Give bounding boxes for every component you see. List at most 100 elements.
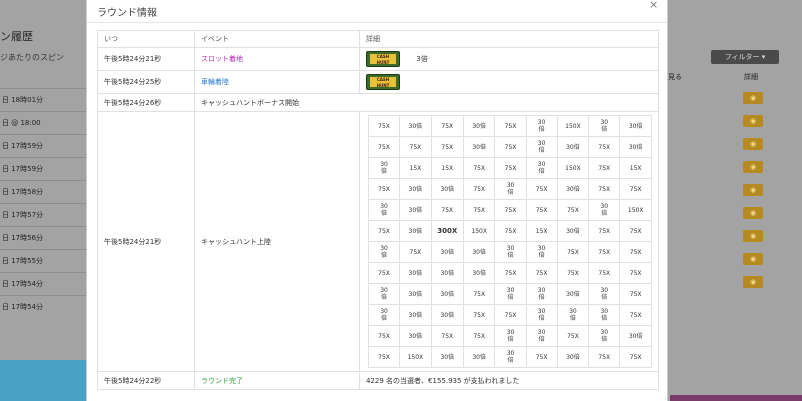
grid-cell: 30 倍 — [367, 304, 401, 326]
grid-cell: 75X — [367, 325, 401, 347]
grid-cell: 75X — [588, 136, 621, 158]
col-header-detail: 詳細 — [744, 73, 758, 81]
table-row: 午後5時24分21秒 スロット着地 CASH HUNT 3倍 — [97, 47, 659, 71]
history-row[interactable]: 日 17時59分 — [0, 157, 86, 180]
filter-button[interactable]: フィルター ▾ — [711, 50, 779, 64]
history-row[interactable]: 日 18時01分 — [0, 88, 86, 111]
grid-row: 75X 30倍 75X 75X 30 倍 30 倍 75X 30 倍 30倍 — [367, 325, 652, 347]
grid-cell: 30 倍 — [525, 283, 558, 305]
grid-cell: 30倍 — [399, 220, 432, 242]
background-banner — [0, 360, 86, 401]
grid-cell: 30倍 — [430, 283, 464, 305]
grid-row: 75X 30倍 300X 150X 75X 15X 30倍 75X 75X — [367, 220, 652, 242]
history-row[interactable]: 日 17時56分 — [0, 226, 86, 249]
grid-cell: 30 倍 — [494, 325, 527, 347]
row-time: 午後5時24分21秒 — [97, 47, 195, 71]
history-row[interactable]: 日 17時54分 — [0, 272, 86, 295]
history-list: 日 18時01分 日 @ 18:00 日 17時59分 日 17時59分 日 1… — [0, 88, 86, 318]
grid-cell: 75X — [462, 325, 496, 347]
grid-cell: 30 倍 — [494, 178, 527, 200]
grid-cell: 30倍 — [556, 178, 590, 200]
grid-cell: 30倍 — [399, 304, 432, 326]
grid-cell: 150X — [619, 199, 652, 221]
grid-cell: 30 倍 — [525, 157, 558, 179]
grid-cell: 75X — [367, 262, 401, 284]
grid-cell: 30 倍 — [525, 115, 558, 137]
table-row: 午後5時24分26秒 キャッシュハントボーナス開始 — [97, 93, 659, 112]
grid-cell: 150X — [556, 157, 590, 179]
row-time: 午後5時24分21秒 — [97, 111, 195, 372]
grid-cell: 30 倍 — [367, 283, 401, 305]
eye-icon[interactable]: ◉ — [743, 230, 763, 242]
round-info-modal: ラウンド情報 × いつ イベント 詳細 午後5時24分21秒 スロット着地 CA… — [86, 0, 668, 401]
grid-cell: 30倍 — [556, 136, 590, 158]
multiplier-value: 3倍 — [416, 55, 428, 63]
history-row[interactable]: 日 17時57分 — [0, 203, 86, 226]
round-info-table: いつ イベント 詳細 午後5時24分21秒 スロット着地 CASH HUNT 3… — [97, 30, 659, 390]
row-time: 午後5時24分26秒 — [97, 93, 195, 112]
grid-cell: 15X — [430, 157, 464, 179]
grid-cell: 75X — [367, 178, 401, 200]
grid-cell: 30倍 — [399, 178, 432, 200]
row-detail: 4229 名の当選者、€155.935 が支払われました — [359, 371, 659, 390]
header-event: イベント — [194, 30, 360, 48]
grid-cell: 75X — [430, 136, 464, 158]
background-title: ン履歴 — [0, 30, 33, 43]
grid-cell: 30倍 — [556, 220, 590, 242]
modal-title: ラウンド情報 — [97, 8, 157, 19]
grid-cell: 75X — [588, 157, 621, 179]
history-row[interactable]: 日 17時58分 — [0, 180, 86, 203]
grid-cell: 75X — [619, 283, 652, 305]
grid-row: 75X 30倍 30倍 30倍 75X 75X 75X 75X 75X — [367, 262, 652, 284]
grid-cell: 75X — [399, 136, 432, 158]
table-row: 午後5時24分22秒 ラウンド完了 4229 名の当選者、€155.935 が支… — [97, 371, 659, 390]
table-row: 午後5時24分25秒 車輪着陸 CASH HUNT — [97, 70, 659, 94]
grid-cell: 15X — [399, 157, 432, 179]
grid-row: 75X 30倍 75X 30倍 75X 30 倍 150X 30 倍 30倍 — [367, 115, 652, 137]
grid-cell: 30 倍 — [367, 157, 401, 179]
grid-cell: 75X — [367, 115, 401, 137]
eye-icon[interactable]: ◉ — [743, 92, 763, 104]
eye-icon[interactable]: ◉ — [743, 184, 763, 196]
row-event: 車輪着陸 — [194, 70, 360, 94]
eye-icon[interactable]: ◉ — [743, 253, 763, 265]
grid-cell: 30倍 — [462, 346, 496, 368]
grid-cell: 15X — [619, 157, 652, 179]
grid-cell: 75X — [556, 241, 590, 263]
grid-cell: 30倍 — [430, 178, 464, 200]
eye-icon[interactable]: ◉ — [743, 207, 763, 219]
background-bar — [670, 395, 802, 401]
grid-cell: 75X — [494, 304, 527, 326]
header-time: いつ — [97, 30, 195, 48]
grid-cell: 75X — [430, 115, 464, 137]
grid-cell: 30倍 — [462, 115, 496, 137]
eye-icon[interactable]: ◉ — [743, 115, 763, 127]
close-icon[interactable]: × — [649, 0, 658, 11]
row-detail: CASH HUNT 3倍 — [359, 47, 659, 71]
grid-cell: 75X — [619, 346, 652, 368]
grid-cell: 75X — [462, 283, 496, 305]
history-row[interactable]: 日 @ 18:00 — [0, 111, 86, 134]
grid-row: 30 倍 30倍 30倍 75X 75X 30 倍 30 倍 30 倍 75X — [367, 304, 652, 326]
eye-icon[interactable]: ◉ — [743, 276, 763, 288]
grid-cell: 75X — [525, 178, 558, 200]
grid-cell: 30 倍 — [367, 199, 401, 221]
grid-cell: 30 倍 — [525, 241, 558, 263]
grid-cell: 75X — [367, 220, 401, 242]
grid-cell: 30倍 — [399, 262, 432, 284]
grid-cell: 30倍 — [430, 241, 464, 263]
grid-cell: 30倍 — [399, 199, 432, 221]
grid-cell: 75X — [525, 262, 558, 284]
grid-cell: 30倍 — [462, 136, 496, 158]
history-row[interactable]: 日 17時54分 — [0, 295, 86, 318]
row-event: スロット着地 — [194, 47, 360, 71]
eye-icon[interactable]: ◉ — [743, 138, 763, 150]
grid-cell: 75X — [619, 220, 652, 242]
grid-cell: 30倍 — [430, 304, 464, 326]
history-row[interactable]: 日 17時59分 — [0, 134, 86, 157]
grid-row: 75X 30倍 30倍 75X 30 倍 75X 30倍 75X 75X — [367, 178, 652, 200]
grid-cell: 150X — [399, 346, 432, 368]
grid-row: 75X 75X 75X 30倍 75X 30 倍 30倍 75X 30倍 — [367, 136, 652, 158]
history-row[interactable]: 日 17時55分 — [0, 249, 86, 272]
eye-icon[interactable]: ◉ — [743, 161, 763, 173]
